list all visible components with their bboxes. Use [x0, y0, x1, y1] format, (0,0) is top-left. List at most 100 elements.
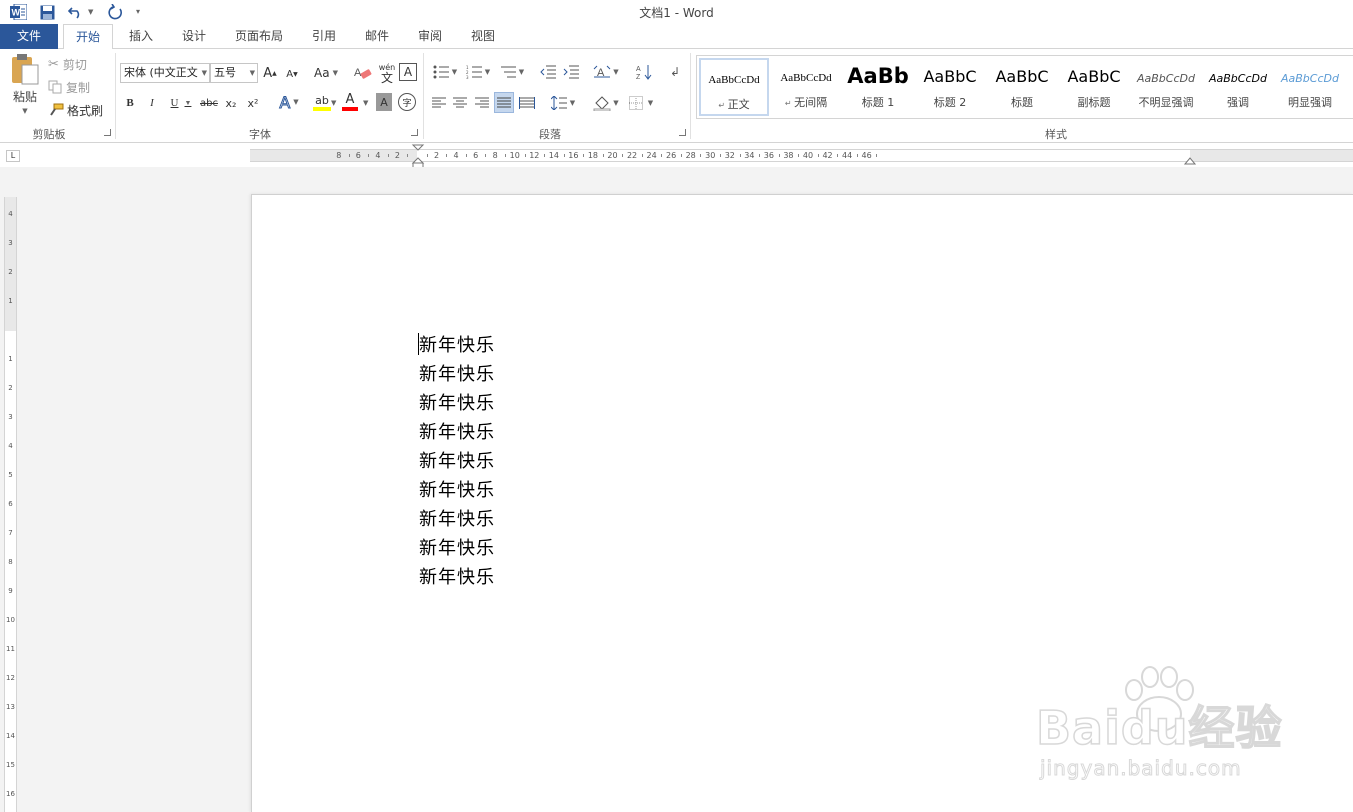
right-indent-marker[interactable] [1184, 155, 1196, 165]
chevron-down-icon[interactable]: ▼ [331, 99, 336, 107]
style-preview: AaBbC [923, 67, 977, 86]
underline-button[interactable]: U ▼ [166, 93, 196, 113]
multilevel-list-button[interactable]: ▼ [497, 61, 527, 83]
text-effects-button[interactable]: A ▼ [274, 91, 304, 113]
document-line[interactable]: 新年快乐 [419, 331, 495, 357]
document-line[interactable]: 新年快乐 [419, 418, 495, 444]
style-name: 标题 2 [933, 96, 967, 109]
multilevel-list-icon [500, 66, 516, 78]
shrink-font-button[interactable]: A ▼ [284, 65, 300, 83]
copy-button[interactable]: 复制 [48, 78, 112, 96]
italic-button[interactable]: I [144, 93, 160, 113]
style-name: 不明显强调 [1138, 96, 1194, 109]
strikethrough-button[interactable]: abc [198, 93, 220, 113]
character-border-button[interactable]: A [399, 63, 417, 81]
underline-label: U [170, 97, 179, 109]
tab-references[interactable]: 引用 [301, 24, 347, 49]
font-launcher-icon[interactable] [411, 129, 418, 136]
chevron-down-icon: ▼ [484, 68, 491, 76]
chinese-layout-button[interactable]: A ▼ [590, 61, 622, 83]
document-line[interactable]: 新年快乐 [419, 563, 495, 589]
justify-button[interactable] [494, 92, 514, 113]
align-left-button[interactable] [430, 93, 448, 113]
phonetic-guide-button[interactable]: wén 文 [376, 61, 398, 85]
document-line[interactable]: 新年快乐 [419, 505, 495, 531]
bullets-button[interactable]: ▼ [430, 61, 460, 83]
style-no-spacing[interactable]: AaBbCcDd ↵ 无间隔 [771, 58, 841, 116]
font-color-button[interactable]: A [340, 91, 360, 113]
document-line[interactable]: 新年快乐 [419, 360, 495, 386]
ruler-tick-label: 10 [509, 151, 520, 160]
vertical-ruler[interactable]: 4 3 2 1 1 2 3 4 5 6 7 8 9 10 11 12 13 14 15 16 [4, 197, 17, 812]
document-line[interactable]: 新年快乐 [419, 389, 495, 415]
chevron-down-icon[interactable]: ▼ [363, 99, 368, 107]
ruler-tick-label: 3 [8, 413, 13, 421]
style-subtle-emphasis[interactable]: AaBbCcDd 不明显强调 [1131, 58, 1201, 116]
ruler-tick [465, 154, 467, 157]
ruler-tick [798, 154, 800, 157]
cut-button[interactable]: ✂ 剪切 [48, 55, 112, 73]
superscript-button[interactable]: x² [244, 93, 262, 113]
bullet-list-icon [433, 65, 449, 79]
sort-button[interactable]: AZ [633, 61, 655, 83]
font-size-combo[interactable]: 五号 ▼ [210, 63, 258, 83]
style-title[interactable]: AaBbC 标题 [987, 58, 1057, 116]
font-name-combo[interactable]: 宋体 (中文正文 ▼ [120, 63, 210, 83]
style-heading-1[interactable]: AaBb 标题 1 [843, 58, 913, 116]
ruler-tick-label: 8 [336, 151, 342, 160]
chevron-down-icon: ▼ [518, 68, 525, 76]
show-marks-button[interactable]: ↲ [666, 61, 684, 83]
line-spacing-button[interactable]: ▼ [548, 92, 578, 114]
char-shading-button[interactable]: A [376, 93, 392, 111]
tab-design[interactable]: 设计 [171, 24, 217, 49]
borders-button[interactable]: ▼ [625, 92, 657, 114]
paste-button[interactable]: 粘贴 ▼ [6, 53, 44, 117]
style-intense-emphasis[interactable]: AaBbCcDd 明显强调 [1275, 58, 1345, 116]
document-line[interactable]: 新年快乐 [419, 476, 495, 502]
increase-indent-button[interactable] [561, 61, 581, 83]
tab-mailings[interactable]: 邮件 [354, 24, 400, 49]
character-border-label: A [403, 65, 413, 79]
ruler-right-margin [1190, 150, 1353, 161]
style-heading-2[interactable]: AaBbC 标题 2 [915, 58, 985, 116]
tab-layout[interactable]: 页面布局 [226, 24, 292, 49]
align-right-button[interactable] [473, 93, 491, 113]
ruler-tick-label: 12 [6, 674, 15, 682]
distributed-button[interactable] [517, 93, 537, 113]
document-line[interactable]: 新年快乐 [419, 534, 495, 560]
decrease-indent-button[interactable] [538, 61, 558, 83]
ruler-tick [348, 154, 350, 157]
tab-home[interactable]: 开始 [63, 24, 113, 50]
style-subtitle[interactable]: AaBbC 副标题 [1059, 58, 1129, 116]
format-painter-button[interactable]: 格式刷 [48, 101, 112, 119]
align-center-button[interactable] [451, 93, 469, 113]
tab-file[interactable]: 文件 [0, 24, 58, 49]
ruler-tick-label: 10 [6, 616, 15, 624]
clear-formatting-button[interactable]: A [352, 63, 374, 83]
style-name: ↵ 无间隔 [784, 96, 828, 109]
copy-label: 复制 [66, 80, 91, 95]
style-normal[interactable]: AaBbCcDd ↵ 正文 [699, 58, 769, 116]
ruler-tick-label: 2 [434, 151, 440, 160]
clipboard-launcher-icon[interactable] [104, 129, 111, 136]
numbering-button[interactable]: 123 ▼ [463, 61, 493, 83]
shading-button[interactable]: ▼ [590, 92, 622, 114]
tab-insert[interactable]: 插入 [118, 24, 164, 49]
ruler-tick [739, 154, 741, 157]
document-line[interactable]: 新年快乐 [419, 447, 495, 473]
grow-font-button[interactable]: A ▲ [262, 63, 278, 83]
ruler-tick-label: 8 [8, 558, 13, 566]
change-case-button[interactable]: Aa ▼ [310, 63, 342, 83]
paragraph-launcher-icon[interactable] [679, 129, 686, 136]
tab-view[interactable]: 视图 [460, 24, 506, 49]
italic-label: I [150, 97, 154, 109]
subscript-button[interactable]: x₂ [222, 93, 240, 113]
font-color-icon: A [345, 92, 355, 107]
enclose-characters-button[interactable]: 字 [398, 93, 416, 111]
tab-selector[interactable]: L [6, 150, 20, 162]
svg-text:3: 3 [466, 75, 469, 79]
chevron-down-icon: ▼ [332, 69, 338, 77]
bold-button[interactable]: B [122, 93, 138, 113]
style-emphasis[interactable]: AaBbCcDd 强调 [1203, 58, 1273, 116]
tab-review[interactable]: 审阅 [407, 24, 453, 49]
